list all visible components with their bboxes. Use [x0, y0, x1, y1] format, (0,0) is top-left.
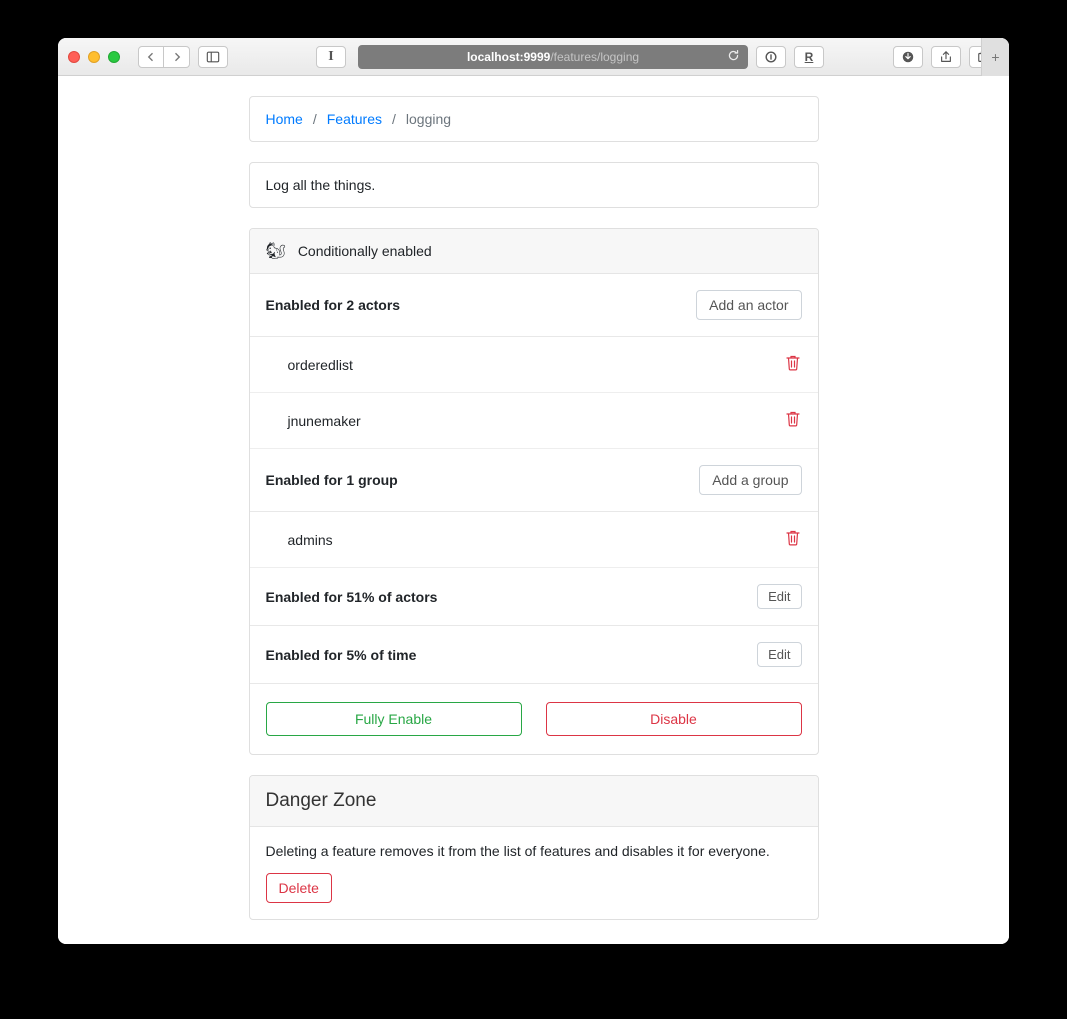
close-window-button[interactable]: [68, 51, 80, 63]
delete-actor-button[interactable]: [784, 353, 802, 376]
feature-description: Log all the things.: [249, 162, 819, 208]
actors-title: Enabled for 2 actors: [266, 297, 401, 313]
danger-zone-card: Danger Zone Deleting a feature removes i…: [249, 775, 819, 920]
edit-percent-time-button[interactable]: Edit: [757, 642, 801, 667]
breadcrumb: Home / Features / logging: [249, 96, 819, 142]
disable-button[interactable]: Disable: [546, 702, 802, 736]
add-actor-button[interactable]: Add an actor: [696, 290, 801, 320]
edit-percent-actors-button[interactable]: Edit: [757, 584, 801, 609]
danger-zone-text: Deleting a feature removes it from the l…: [266, 843, 802, 859]
page-content: Home / Features / logging Log all the th…: [58, 76, 1009, 944]
breadcrumb-home[interactable]: Home: [266, 111, 303, 127]
new-tab-button[interactable]: +: [981, 38, 1009, 76]
actor-name: jnunemaker: [288, 413, 361, 429]
address-bar[interactable]: localhost:9999/features/logging: [358, 45, 748, 69]
share-button[interactable]: [931, 46, 961, 68]
group-row: admins: [250, 512, 818, 568]
browser-chrome: I localhost:9999/features/logging R +: [58, 38, 1009, 76]
fully-enable-button[interactable]: Fully Enable: [266, 702, 522, 736]
maximize-window-button[interactable]: [108, 51, 120, 63]
percent-time-section: Enabled for 5% of time Edit: [250, 626, 818, 684]
delete-actor-button[interactable]: [784, 409, 802, 432]
feature-description-text: Log all the things.: [266, 177, 376, 193]
status-emoji-icon: 🐿: [266, 241, 286, 261]
browser-window: I localhost:9999/features/logging R +: [58, 38, 1009, 944]
groups-title: Enabled for 1 group: [266, 472, 398, 488]
percent-actors-section: Enabled for 51% of actors Edit: [250, 568, 818, 626]
danger-zone-title: Danger Zone: [250, 776, 818, 827]
actor-row: jnunemaker: [250, 393, 818, 449]
status-label: Conditionally enabled: [298, 243, 432, 259]
percent-actors-title: Enabled for 51% of actors: [266, 589, 438, 605]
address-path: /features/logging: [550, 50, 639, 64]
delete-feature-button[interactable]: Delete: [266, 873, 332, 903]
groups-section-header: Enabled for 1 group Add a group: [250, 449, 818, 512]
trash-icon: [786, 411, 800, 427]
action-row: Fully Enable Disable: [250, 684, 818, 754]
instapaper-button[interactable]: I: [316, 46, 346, 68]
sidebar-button[interactable]: [198, 46, 228, 68]
add-group-button[interactable]: Add a group: [699, 465, 801, 495]
address-host: localhost:9999: [467, 50, 550, 64]
delete-group-button[interactable]: [784, 528, 802, 551]
breadcrumb-features[interactable]: Features: [327, 111, 382, 127]
breadcrumb-current: logging: [406, 111, 451, 127]
feature-status-card: 🐿 Conditionally enabled Enabled for 2 ac…: [249, 228, 819, 755]
actors-section-header: Enabled for 2 actors Add an actor: [250, 274, 818, 337]
trash-icon: [786, 355, 800, 371]
status-header: 🐿 Conditionally enabled: [250, 229, 818, 274]
back-button[interactable]: [138, 46, 164, 68]
window-controls: [68, 51, 120, 63]
minimize-window-button[interactable]: [88, 51, 100, 63]
forward-button[interactable]: [164, 46, 190, 68]
reload-icon[interactable]: [727, 49, 740, 65]
downloads-button[interactable]: [893, 46, 923, 68]
nav-buttons: [138, 46, 190, 68]
reader-button[interactable]: R: [794, 46, 824, 68]
actor-name: orderedlist: [288, 357, 353, 373]
actor-row: orderedlist: [250, 337, 818, 393]
group-name: admins: [288, 532, 333, 548]
percent-time-title: Enabled for 5% of time: [266, 647, 417, 663]
privacy-button[interactable]: [756, 46, 786, 68]
trash-icon: [786, 530, 800, 546]
